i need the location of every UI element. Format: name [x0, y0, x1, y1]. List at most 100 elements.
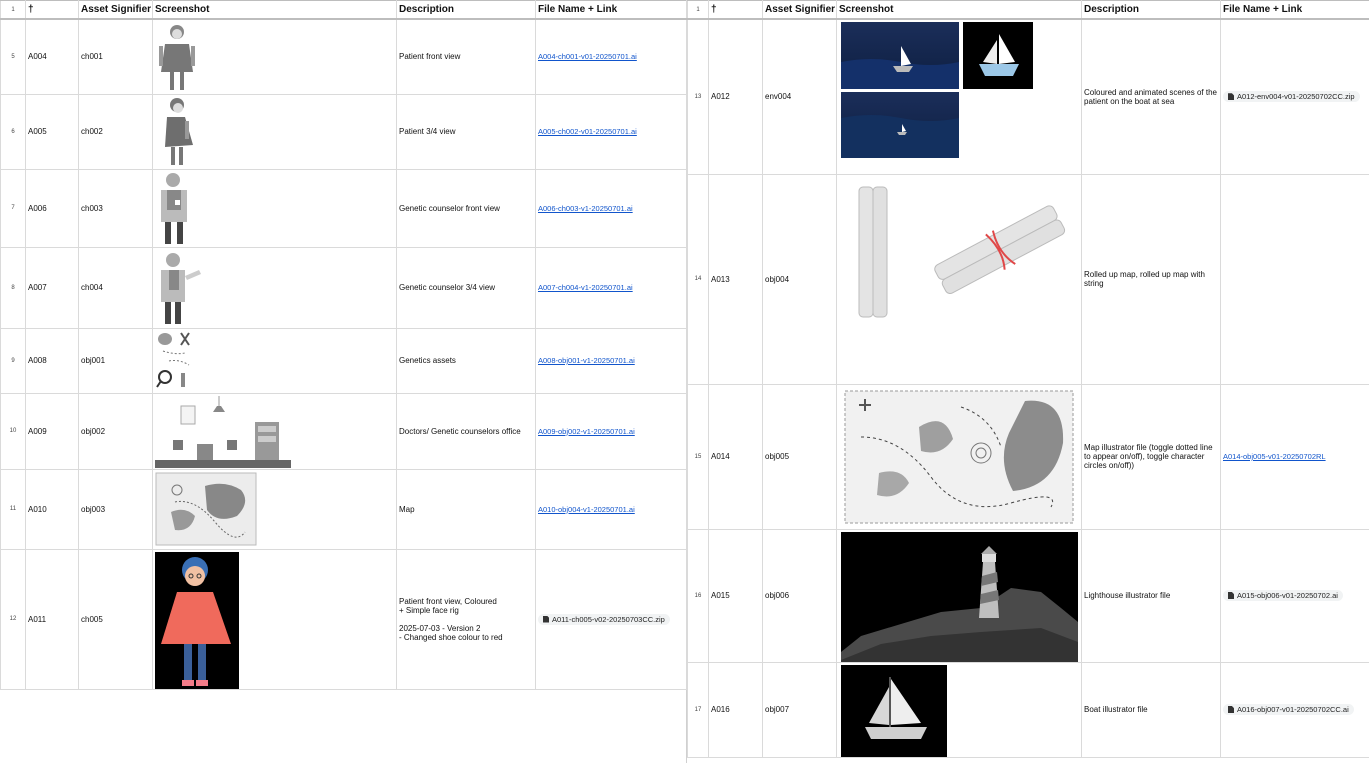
col-header-description[interactable]: Description — [396, 0, 536, 20]
col-header-dagger[interactable]: † — [25, 0, 79, 20]
description-cell[interactable]: Patient front view — [396, 18, 536, 95]
col-header-asset-signifier[interactable]: Asset Signifier — [762, 0, 837, 20]
asset-signifier-cell[interactable]: ch003 — [78, 168, 153, 248]
asset-thumbnail[interactable] — [155, 172, 215, 247]
row-number[interactable]: 6 — [0, 93, 26, 170]
asset-signifier-cell[interactable]: obj005 — [762, 383, 837, 530]
screenshot-cell[interactable] — [836, 18, 1082, 175]
asset-thumbnail[interactable] — [841, 664, 947, 756]
col-header-description[interactable]: Description — [1081, 0, 1221, 20]
col-header-screenshot[interactable]: Screenshot — [836, 0, 1082, 20]
file-link-cell[interactable]: A012-env004-v01-20250702CC.zip — [1220, 18, 1369, 175]
col-header-file[interactable]: File Name + Link — [535, 0, 687, 20]
file-link-cell[interactable]: A016-obj007-v01-20250702CC.ai — [1220, 661, 1369, 758]
file-link-cell[interactable]: A009-obj002-v1-20250701.ai — [535, 392, 687, 470]
asset-signifier-cell[interactable]: obj004 — [762, 173, 837, 385]
asset-signifier-cell[interactable]: ch002 — [78, 93, 153, 170]
asset-signifier-cell[interactable]: obj001 — [78, 327, 153, 394]
file-link[interactable]: A009-obj002-v1-20250701.ai — [538, 427, 635, 436]
row-number[interactable]: 12 — [0, 548, 26, 690]
asset-id-cell[interactable]: A012 — [708, 18, 763, 175]
row-number[interactable]: 17 — [687, 661, 709, 758]
asset-id-cell[interactable]: A013 — [708, 173, 763, 385]
asset-thumbnail[interactable] — [155, 551, 239, 688]
asset-id-cell[interactable]: A007 — [25, 246, 79, 329]
asset-id-cell[interactable]: A010 — [25, 468, 79, 550]
file-link[interactable]: A014-obj005-v01-20250702RL — [1223, 452, 1326, 461]
file-link-cell[interactable]: A007-ch004-v1-20250701.ai — [535, 246, 687, 329]
file-chip[interactable]: A015-obj006-v01-20250702.ai — [1223, 590, 1343, 601]
description-cell[interactable]: Map illustrator file (toggle dotted line… — [1081, 383, 1221, 530]
file-link[interactable]: A006-ch003-v1-20250701.ai — [538, 204, 633, 213]
col-header-asset-signifier[interactable]: Asset Signifier — [78, 0, 153, 20]
asset-id-cell[interactable]: A009 — [25, 392, 79, 470]
file-link[interactable]: A010-obj004-v1-20250701.ai — [538, 505, 635, 514]
row-number[interactable]: 13 — [687, 18, 709, 175]
asset-signifier-cell[interactable]: obj007 — [762, 661, 837, 758]
screenshot-cell[interactable] — [836, 383, 1082, 530]
col-header-dagger[interactable]: † — [708, 0, 763, 20]
asset-id-cell[interactable]: A016 — [708, 661, 763, 758]
file-link[interactable]: A005-ch002-v01-20250701.ai — [538, 127, 637, 136]
screenshot-cell[interactable] — [152, 246, 397, 329]
file-chip[interactable]: A012-env004-v01-20250702CC.zip — [1223, 91, 1360, 103]
file-link[interactable]: A004-ch001-v01-20250701.ai — [538, 52, 637, 61]
file-link-cell[interactable]: A014-obj005-v01-20250702RL — [1220, 383, 1369, 530]
asset-signifier-cell[interactable]: obj006 — [762, 528, 837, 663]
asset-id-cell[interactable]: A015 — [708, 528, 763, 663]
asset-thumbnail[interactable] — [841, 22, 1035, 162]
asset-id-cell[interactable]: A005 — [25, 93, 79, 170]
description-cell[interactable]: Rolled up map, rolled up map with string — [1081, 173, 1221, 385]
asset-id-cell[interactable]: A011 — [25, 548, 79, 690]
description-cell[interactable]: Patient front view, Coloured + Simple fac… — [396, 548, 536, 690]
screenshot-cell[interactable] — [152, 548, 397, 690]
description-cell[interactable]: Genetics assets — [396, 327, 536, 394]
asset-thumbnail[interactable] — [841, 177, 1081, 329]
description-cell[interactable]: Genetic counselor front view — [396, 168, 536, 248]
row-number[interactable]: 1 — [687, 0, 709, 20]
row-number[interactable]: 7 — [0, 168, 26, 248]
file-link-cell[interactable]: A006-ch003-v1-20250701.ai — [535, 168, 687, 248]
file-link-cell[interactable]: A005-ch002-v01-20250701.ai — [535, 93, 687, 170]
screenshot-cell[interactable] — [152, 327, 397, 394]
description-cell[interactable]: Doctors/ Genetic counselors office — [396, 392, 536, 470]
row-number[interactable]: 5 — [0, 18, 26, 95]
row-number[interactable]: 16 — [687, 528, 709, 663]
asset-id-cell[interactable]: A006 — [25, 168, 79, 248]
file-link[interactable]: A008-obj001-v1-20250701.ai — [538, 356, 635, 365]
file-link[interactable]: A007-ch004-v1-20250701.ai — [538, 283, 633, 292]
file-link-cell[interactable]: A010-obj004-v1-20250701.ai — [535, 468, 687, 550]
description-cell[interactable]: Map — [396, 468, 536, 550]
row-number[interactable]: 1 — [0, 0, 26, 20]
asset-id-cell[interactable]: A014 — [708, 383, 763, 530]
asset-signifier-cell[interactable]: ch005 — [78, 548, 153, 690]
screenshot-cell[interactable] — [152, 168, 397, 248]
asset-thumbnail[interactable] — [155, 250, 215, 328]
screenshot-cell[interactable] — [152, 392, 397, 470]
screenshot-cell[interactable] — [836, 661, 1082, 758]
asset-signifier-cell[interactable]: ch004 — [78, 246, 153, 329]
col-header-screenshot[interactable]: Screenshot — [152, 0, 397, 20]
asset-thumbnail[interactable] — [155, 472, 257, 548]
asset-thumbnail[interactable] — [155, 22, 215, 93]
asset-thumbnail[interactable] — [841, 387, 1077, 529]
file-link-cell[interactable]: A015-obj006-v01-20250702.ai — [1220, 528, 1369, 663]
screenshot-cell[interactable] — [836, 173, 1082, 385]
file-link-cell[interactable]: A011-ch005-v02-20250703CC.zip — [535, 548, 687, 690]
asset-signifier-cell[interactable]: obj003 — [78, 468, 153, 550]
file-link-cell[interactable]: A004-ch001-v01-20250701.ai — [535, 18, 687, 95]
file-link-cell[interactable]: A008-obj001-v1-20250701.ai — [535, 327, 687, 394]
row-number[interactable]: 9 — [0, 327, 26, 394]
description-cell[interactable]: Coloured and animated scenes of the pati… — [1081, 18, 1221, 175]
screenshot-cell[interactable] — [152, 93, 397, 170]
row-number[interactable]: 8 — [0, 246, 26, 329]
description-cell[interactable]: Genetic counselor 3/4 view — [396, 246, 536, 329]
asset-id-cell[interactable]: A004 — [25, 18, 79, 95]
asset-thumbnail[interactable] — [841, 531, 1078, 661]
file-link-cell[interactable] — [1220, 173, 1369, 385]
asset-thumbnail[interactable] — [155, 331, 195, 393]
file-chip[interactable]: A011-ch005-v02-20250703CC.zip — [538, 613, 670, 625]
asset-signifier-cell[interactable]: env004 — [762, 18, 837, 175]
screenshot-cell[interactable] — [152, 18, 397, 95]
description-cell[interactable]: Patient 3/4 view — [396, 93, 536, 170]
